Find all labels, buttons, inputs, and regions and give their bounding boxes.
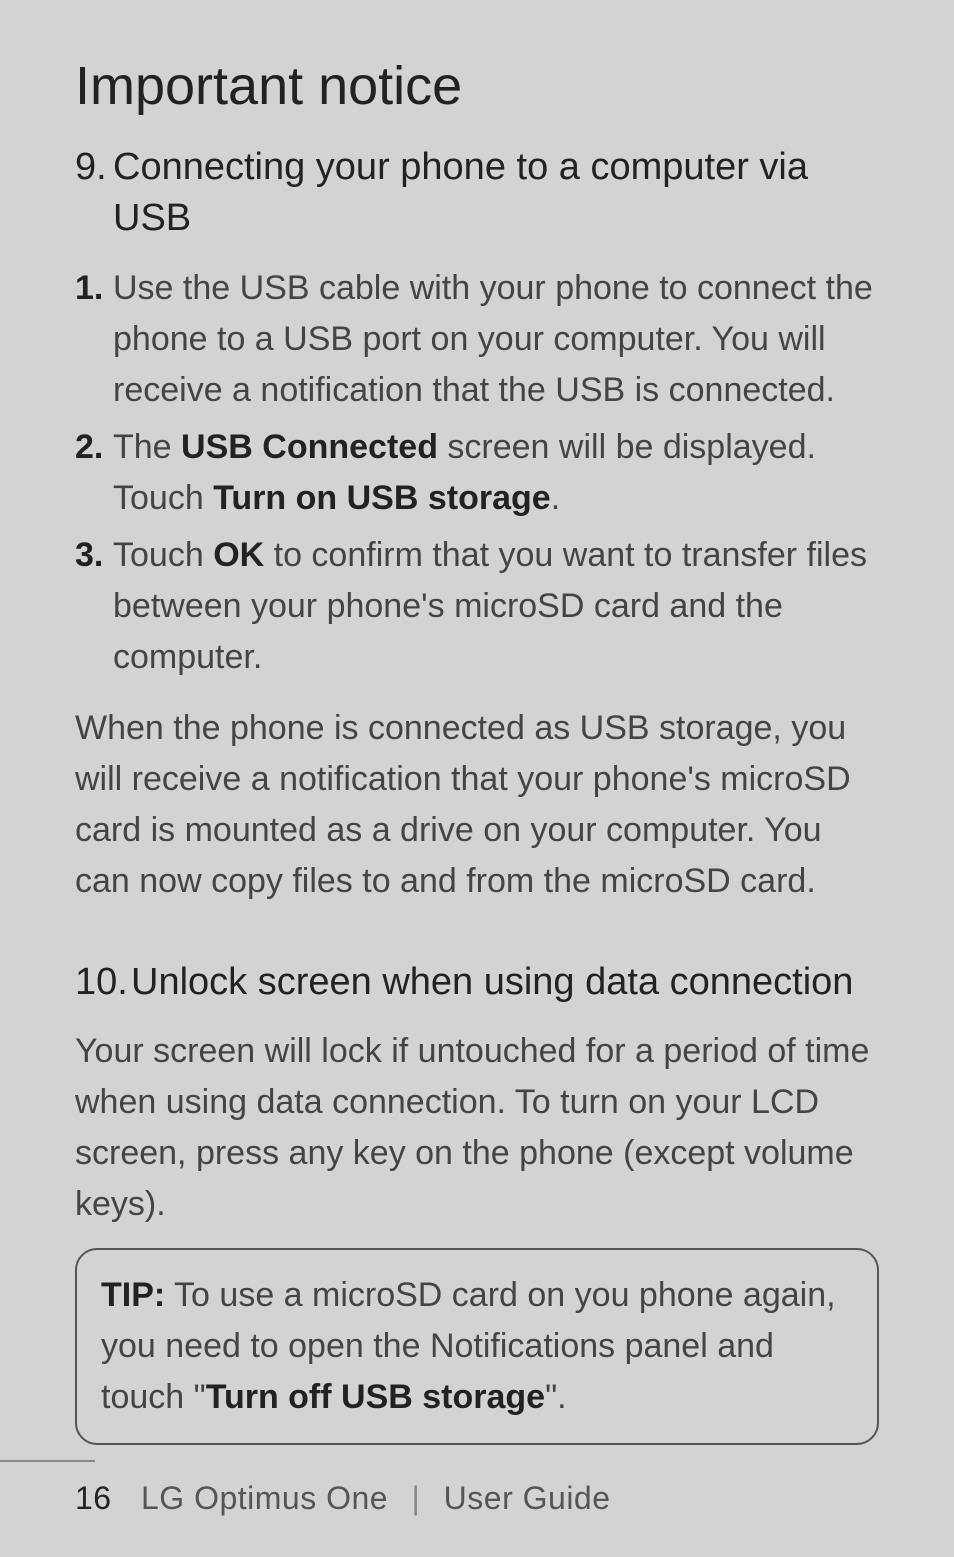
- page-footer: 16 LG Optimus One | User Guide: [0, 1460, 954, 1517]
- section-9-heading: 9.Connecting your phone to a computer vi…: [75, 142, 879, 245]
- page-number: 16: [75, 1480, 112, 1516]
- step-1: 1. Use the USB cable with your phone to …: [75, 263, 879, 416]
- section-9-paragraph: When the phone is connected as USB stora…: [75, 703, 879, 907]
- section-10-heading: 10.Unlock screen when using data connect…: [75, 957, 879, 1008]
- step-1-text: Use the USB cable with your phone to con…: [113, 269, 873, 409]
- step-2-prefix: The: [113, 428, 181, 466]
- step-2-number: 2.: [75, 422, 103, 473]
- footer-rule: [0, 1460, 95, 1462]
- tip-bold: Turn off USB storage: [206, 1378, 545, 1416]
- step-2-bold-2: Turn on USB storage: [213, 479, 551, 517]
- step-3-bold: OK: [213, 536, 264, 574]
- footer-product: LG Optimus One: [141, 1480, 388, 1516]
- section-9-steps: 1. Use the USB cable with your phone to …: [75, 263, 879, 689]
- section-10-number: 10.: [75, 957, 131, 1008]
- step-2-bold-1: USB Connected: [181, 428, 438, 466]
- section-9-title: Connecting your phone to a computer via …: [113, 142, 873, 245]
- tip-box: TIP: To use a microSD card on you phone …: [75, 1248, 879, 1445]
- footer-text: 16 LG Optimus One | User Guide: [0, 1480, 954, 1517]
- step-3-prefix: Touch: [113, 536, 213, 574]
- step-3: 3. Touch OK to confirm that you want to …: [75, 530, 879, 683]
- manual-page: Important notice 9.Connecting your phone…: [0, 0, 954, 1557]
- tip-label: TIP:: [101, 1276, 165, 1314]
- footer-doc: User Guide: [444, 1480, 611, 1516]
- section-10-title: Unlock screen when using data connection: [131, 957, 873, 1008]
- step-1-number: 1.: [75, 263, 103, 314]
- section-9-number: 9.: [75, 142, 113, 193]
- step-3-number: 3.: [75, 530, 103, 581]
- step-2-suffix: .: [551, 479, 560, 517]
- page-title: Important notice: [75, 55, 879, 117]
- tip-suffix: ".: [545, 1378, 567, 1416]
- footer-separator: |: [411, 1480, 420, 1516]
- section-10-paragraph: Your screen will lock if untouched for a…: [75, 1026, 879, 1230]
- step-2: 2. The USB Connected screen will be disp…: [75, 422, 879, 524]
